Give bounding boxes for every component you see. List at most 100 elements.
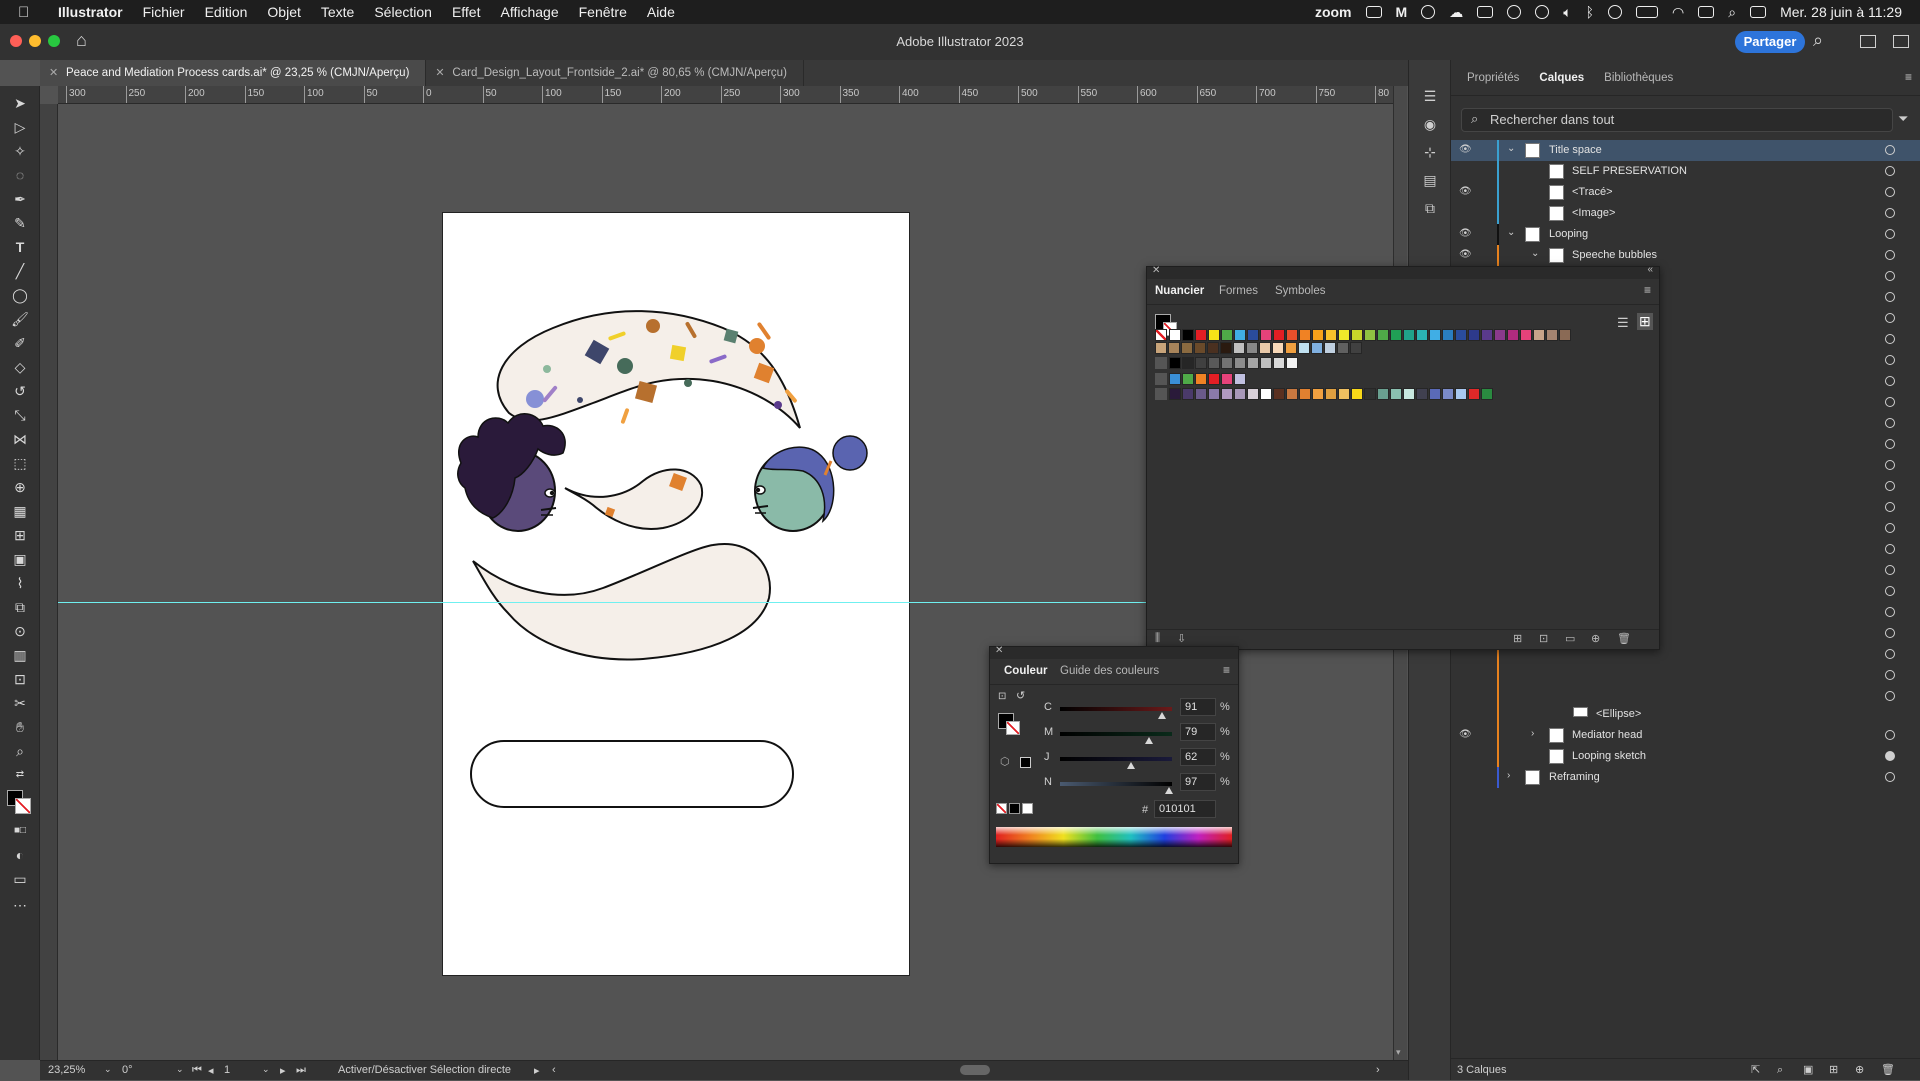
color-swatch[interactable] bbox=[1195, 357, 1207, 369]
color-swatch[interactable] bbox=[1286, 329, 1298, 341]
color-swatch[interactable] bbox=[1208, 329, 1220, 341]
color-swatch[interactable] bbox=[1338, 388, 1350, 400]
collapse-panel-icon[interactable]: « bbox=[1647, 264, 1653, 275]
yellow-slider-knob[interactable] bbox=[1126, 762, 1135, 769]
color-swatch[interactable] bbox=[1168, 342, 1180, 354]
white-swatch[interactable] bbox=[1022, 803, 1033, 814]
black-swatch[interactable] bbox=[1009, 803, 1020, 814]
draw-mode-icon[interactable]: ◐ bbox=[9, 846, 31, 864]
color-swatch[interactable] bbox=[1311, 342, 1323, 354]
color-swatch[interactable] bbox=[1364, 329, 1376, 341]
tab-proprietes[interactable]: Propriétés bbox=[1457, 72, 1529, 84]
color-swatch[interactable] bbox=[1285, 342, 1297, 354]
color-swatch[interactable] bbox=[1247, 388, 1259, 400]
color-swatch[interactable] bbox=[1520, 329, 1532, 341]
scroll-left-icon[interactable]: ‹ bbox=[552, 1064, 556, 1076]
control-center-icon[interactable] bbox=[1698, 6, 1715, 18]
color-swatch[interactable] bbox=[1325, 329, 1337, 341]
chevron-down-icon[interactable]: ⌄ bbox=[1507, 227, 1515, 238]
target-icon[interactable] bbox=[1885, 418, 1895, 428]
visibility-eye-icon[interactable]: 👁︎ bbox=[1459, 249, 1472, 260]
color-swatch[interactable] bbox=[1247, 329, 1259, 341]
tab-couleur[interactable]: Couleur bbox=[1004, 665, 1047, 677]
target-icon[interactable] bbox=[1885, 439, 1895, 449]
none-swatch[interactable] bbox=[1155, 329, 1167, 341]
artwork[interactable] bbox=[443, 213, 911, 977]
color-swatch[interactable] bbox=[1169, 388, 1181, 400]
screen-mode-icon[interactable]: ▭ bbox=[9, 870, 31, 888]
color-swatch[interactable] bbox=[1155, 342, 1167, 354]
color-swatch[interactable] bbox=[1481, 388, 1493, 400]
color-swatch[interactable] bbox=[1221, 329, 1233, 341]
panel-menu-icon[interactable]: ≡ bbox=[1223, 663, 1230, 677]
pathfinder-dock-icon[interactable]: ⧉ bbox=[1421, 200, 1439, 216]
menu-app[interactable]: Illustrator bbox=[44, 4, 133, 20]
black-value[interactable]: 97 bbox=[1180, 773, 1216, 791]
color-swatch[interactable] bbox=[1234, 329, 1246, 341]
color-swatch[interactable] bbox=[1416, 329, 1428, 341]
clipping-mask-icon[interactable]: ▣ bbox=[1803, 1059, 1813, 1081]
color-swatch[interactable] bbox=[1182, 329, 1194, 341]
color-swatch[interactable] bbox=[1338, 329, 1350, 341]
target-icon[interactable] bbox=[1885, 208, 1895, 218]
siri-icon[interactable] bbox=[1750, 6, 1767, 18]
scroll-down-icon[interactable]: ▾ bbox=[1396, 1047, 1401, 1058]
target-icon[interactable] bbox=[1885, 250, 1895, 260]
target-icon[interactable] bbox=[1885, 397, 1895, 407]
color-swatch[interactable] bbox=[1221, 388, 1233, 400]
artboard-tool-icon[interactable]: ⊡ bbox=[9, 670, 31, 688]
visibility-eye-icon[interactable]: 👁︎ bbox=[1459, 186, 1472, 197]
new-swatch-icon[interactable]: ⊕ bbox=[1591, 632, 1600, 645]
target-icon[interactable] bbox=[1885, 481, 1895, 491]
color-swatch[interactable] bbox=[1429, 388, 1441, 400]
hd-icon[interactable] bbox=[1365, 6, 1382, 18]
color-swatch[interactable] bbox=[1260, 329, 1272, 341]
tab-symboles[interactable]: Symboles bbox=[1275, 285, 1326, 297]
menu-fenetre[interactable]: Fenêtre bbox=[569, 4, 637, 20]
target-icon[interactable] bbox=[1885, 607, 1895, 617]
color-swatch[interactable] bbox=[1169, 329, 1181, 341]
tab-card-design[interactable]: ✕ Card_Design_Layout_Frontside_2.ai* @ 8… bbox=[426, 60, 804, 86]
layer-row-title-space[interactable]: 👁︎ ⌄ Title space bbox=[1451, 140, 1920, 161]
new-layer-icon[interactable]: ⊕ bbox=[1855, 1059, 1864, 1081]
type-tool-icon[interactable]: T bbox=[9, 238, 31, 256]
menu-objet[interactable]: Objet bbox=[257, 4, 310, 20]
width-tool-icon[interactable]: ⋈ bbox=[9, 430, 31, 448]
chevron-down-icon[interactable]: ⌄ bbox=[1507, 143, 1515, 154]
status-menu-icon[interactable]: ▸ bbox=[534, 1064, 540, 1077]
out-of-gamut-icon[interactable]: ⬡ bbox=[1000, 755, 1010, 768]
panel-menu-icon[interactable]: ≡ bbox=[1905, 70, 1912, 84]
color-swatch[interactable] bbox=[1364, 388, 1376, 400]
pen-tool-icon[interactable]: ✒ bbox=[9, 190, 31, 208]
target-icon[interactable] bbox=[1885, 187, 1895, 197]
target-icon[interactable] bbox=[1885, 586, 1895, 596]
color-swatch[interactable] bbox=[1260, 388, 1272, 400]
color-swatch[interactable] bbox=[1272, 342, 1284, 354]
color-swatch[interactable] bbox=[1298, 342, 1310, 354]
delete-layer-icon[interactable]: 🗑︎ bbox=[1881, 1059, 1895, 1081]
color-swatch[interactable] bbox=[1208, 357, 1220, 369]
color-swatch[interactable] bbox=[1233, 342, 1245, 354]
color-swatch[interactable] bbox=[1182, 357, 1194, 369]
cloud-icon[interactable]: ☁ bbox=[1449, 4, 1463, 21]
color-swatch[interactable] bbox=[1468, 329, 1480, 341]
layers-search-input[interactable]: Rechercher dans tout bbox=[1461, 108, 1893, 132]
folder-icon[interactable] bbox=[1155, 373, 1167, 385]
color-swatch[interactable] bbox=[1195, 329, 1207, 341]
magenta-value[interactable]: 79 bbox=[1180, 723, 1216, 741]
transform-dock-icon[interactable]: ⊹ bbox=[1421, 144, 1439, 160]
color-swatch[interactable] bbox=[1429, 329, 1441, 341]
new-sublayer-icon[interactable]: ⊞ bbox=[1829, 1059, 1838, 1081]
panel-menu-icon[interactable]: ≡ bbox=[1644, 283, 1651, 297]
web-safe-swatch[interactable] bbox=[1020, 757, 1031, 768]
visibility-eye-icon[interactable]: 👁︎ bbox=[1459, 729, 1472, 740]
color-swatch[interactable] bbox=[1559, 329, 1571, 341]
color-swatch[interactable] bbox=[1299, 329, 1311, 341]
hex-value[interactable]: 010101 bbox=[1154, 800, 1216, 818]
color-swatch[interactable] bbox=[1169, 357, 1181, 369]
magenta-slider-knob[interactable] bbox=[1145, 737, 1154, 744]
color-swatch[interactable] bbox=[1221, 357, 1233, 369]
align-dock-icon[interactable]: ▤ bbox=[1421, 172, 1439, 188]
color-swatch[interactable] bbox=[1533, 329, 1545, 341]
close-tab-icon[interactable]: ✕ bbox=[49, 60, 58, 86]
